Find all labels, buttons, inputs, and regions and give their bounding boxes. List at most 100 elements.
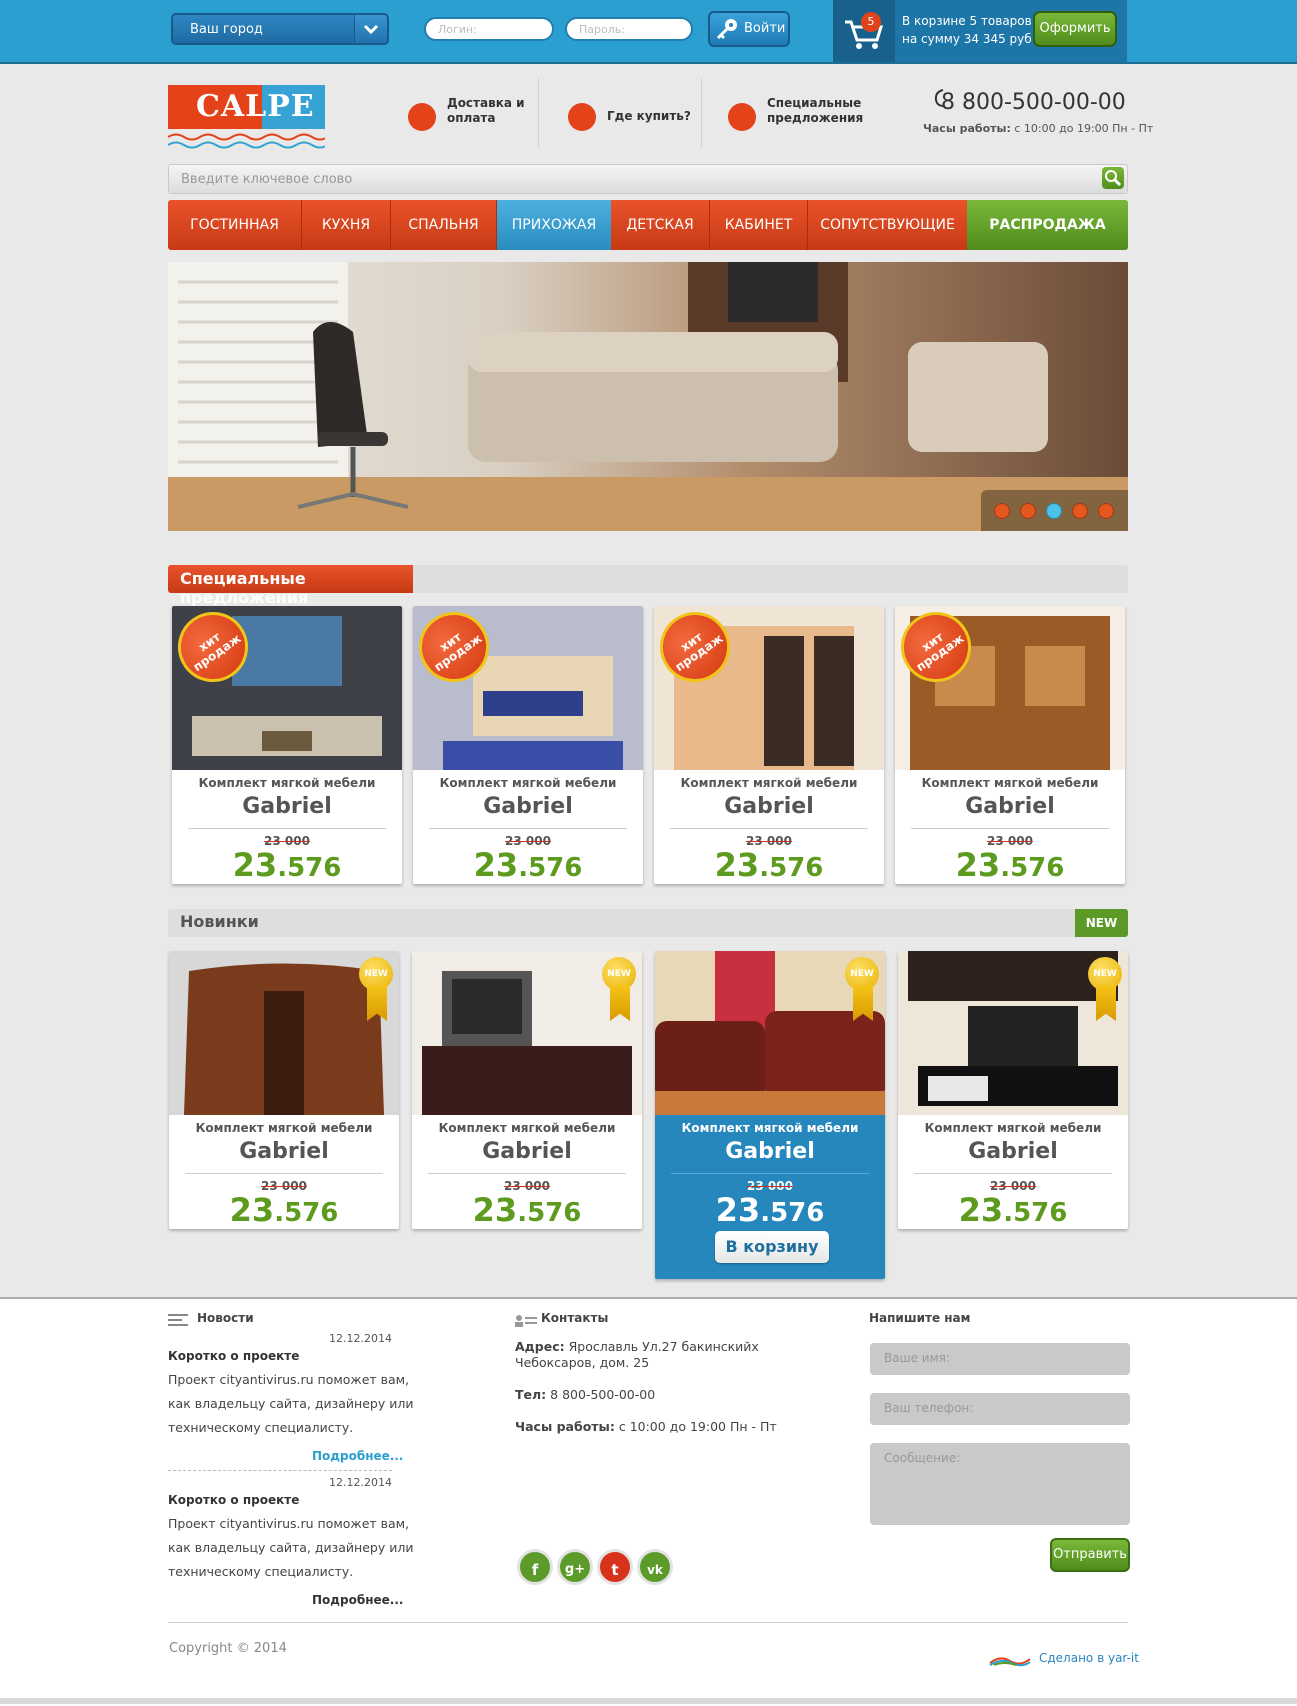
product-name[interactable]: Gabriel	[169, 1139, 399, 1164]
contact-address: Адрес: Ярославль Ул.27 бакинскийх Чебокс…	[515, 1339, 759, 1371]
product-card[interactable]: хит продаж Комплект мягкой мебели Gabrie…	[413, 606, 643, 884]
product-desc: Комплект мягкой мебели	[921, 776, 1099, 790]
contact-form-title: Напишите нам	[869, 1311, 971, 1325]
slider-dot[interactable]	[994, 503, 1010, 519]
slider-dot[interactable]	[1072, 503, 1088, 519]
slider-dot-active[interactable]	[1046, 503, 1062, 519]
product-price: 23.576	[898, 1191, 1128, 1229]
special-offers-title-tab: Специальные предложения	[168, 565, 413, 607]
news-item-title[interactable]: Коротко о проекте	[168, 1493, 299, 1507]
price-main: 23	[955, 846, 1001, 884]
news-text-line: как владельцу сайта, дизайнеру или	[168, 1396, 414, 1411]
checkout-button[interactable]: Оформить	[1033, 11, 1117, 47]
slider-dot[interactable]	[1098, 503, 1114, 519]
news-date: 12.12.2014	[329, 1476, 392, 1489]
product-name[interactable]: Gabriel	[413, 794, 643, 819]
cart-summary-text: В корзине 5 товаров на сумму 34 345 руб	[902, 12, 1032, 48]
made-by-link[interactable]: Сделано в yar-it	[1039, 1651, 1139, 1665]
price-main: 23	[232, 846, 278, 884]
price-fraction: .576	[1003, 1198, 1068, 1228]
news-divider	[168, 1470, 392, 1471]
product-name[interactable]: Gabriel	[895, 794, 1125, 819]
login-input[interactable]: Логин:	[424, 17, 554, 41]
search-placeholder: Введите ключевое слово	[181, 172, 353, 187]
cart-items-line: В корзине 5 товаров	[902, 14, 1032, 28]
city-select[interactable]: Ваш город	[171, 13, 389, 45]
message-textarea[interactable]: Сообщение:	[870, 1443, 1130, 1525]
product-desc: Комплект мягкой мебели	[198, 776, 376, 790]
nav-item-hallway[interactable]: ПРИХОЖАЯ	[497, 200, 611, 250]
price-fraction: .576	[277, 853, 342, 883]
product-name[interactable]: Gabriel	[412, 1139, 642, 1164]
product-name[interactable]: Gabriel	[172, 794, 402, 819]
copyright: Copyright © 2014	[169, 1641, 287, 1656]
product-card-highlighted[interactable]: NEW Комплект мягкой мебели Gabriel 23 00…	[655, 951, 885, 1279]
password-input[interactable]: Пароль:	[565, 17, 693, 41]
tel-value[interactable]: 8 800-500-00-00	[550, 1387, 655, 1402]
product-price: 23.576	[172, 846, 402, 884]
contacts-title: Контакты	[541, 1311, 609, 1325]
header-divider	[538, 78, 539, 148]
product-card[interactable]: NEW Комплект мягкой мебели Gabriel 23 00…	[898, 951, 1128, 1229]
news-text-line: Проект cityantivirus.ru поможет вам,	[168, 1372, 410, 1387]
product-desc: Комплект мягкой мебели	[195, 1121, 373, 1135]
search-input[interactable]: Введите ключевое слово	[168, 164, 1128, 194]
phone-input[interactable]: Ваш телефон:	[870, 1393, 1130, 1425]
product-price: 23.576	[412, 1191, 642, 1229]
product-desc: Комплект мягкой мебели	[438, 1121, 616, 1135]
send-button[interactable]: Отправить	[1050, 1538, 1130, 1572]
login-button[interactable]: Войти	[708, 11, 790, 47]
news-text-line: Проект cityantivirus.ru поможет вам,	[168, 1516, 410, 1531]
yar-it-logo-icon	[988, 1652, 1032, 1671]
login-button-label: Войти	[744, 21, 786, 36]
product-name[interactable]: Gabriel	[655, 1139, 885, 1164]
product-desc: Комплект мягкой мебели	[680, 776, 858, 790]
google-plus-icon[interactable]: g+	[557, 1549, 593, 1585]
product-card[interactable]: хит продаж Комплект мягкой мебели Gabrie…	[172, 606, 402, 884]
product-name[interactable]: Gabriel	[898, 1139, 1128, 1164]
slider-dot[interactable]	[1020, 503, 1036, 519]
vk-icon[interactable]: vk	[637, 1549, 673, 1585]
name-input[interactable]: Ваше имя:	[870, 1343, 1130, 1375]
hours-value: с 10:00 до 19:00 Пн - Пт	[1014, 122, 1154, 135]
nav-item-office[interactable]: КАБИНЕТ	[710, 200, 808, 250]
news-title: Новости	[197, 1311, 254, 1325]
news-item-title[interactable]: Коротко о проекте	[168, 1349, 299, 1363]
special-offers-link[interactable]: Специальные предложения	[767, 96, 867, 126]
product-card[interactable]: NEW Комплект мягкой мебели Gabriel 23 00…	[412, 951, 642, 1229]
product-divider	[188, 828, 386, 829]
twitter-icon[interactable]: t	[597, 1549, 633, 1585]
news-text-line: техническому специалисту.	[168, 1564, 354, 1579]
chevron-down-icon[interactable]	[354, 15, 387, 43]
nav-item-accessories[interactable]: СОПУТСТВУЮЩИЕ	[808, 200, 967, 250]
nav-item-kitchen[interactable]: КУХНЯ	[302, 200, 391, 250]
nav-item-living-room[interactable]: ГОСТИННАЯ	[168, 200, 302, 250]
cart-icon[interactable]	[833, 0, 895, 62]
product-card[interactable]: NEW Комплект мягкой мебели Gabriel 23 00…	[169, 951, 399, 1229]
price-main: 23	[472, 1191, 518, 1229]
header-phone[interactable]: 8 800-500-00-00	[941, 90, 1126, 115]
news-item-text: Проект cityantivirus.ru поможет вам, как…	[168, 1512, 413, 1584]
product-card[interactable]: хит продаж Комплект мягкой мебели Gabrie…	[895, 606, 1125, 884]
nav-item-kids[interactable]: ДЕТСКАЯ	[611, 200, 710, 250]
news-more-link[interactable]: Подробнее...	[312, 1593, 403, 1607]
bottom-strip	[0, 1698, 1297, 1704]
delivery-link[interactable]: Доставка и оплата	[447, 96, 537, 126]
facebook-icon[interactable]: f	[517, 1549, 553, 1585]
special-offers-title: Специальные предложения	[180, 569, 309, 607]
search-icon	[1105, 170, 1122, 187]
where-to-buy-link[interactable]: Где купить?	[607, 109, 691, 124]
site-logo[interactable]: CALPE	[168, 85, 325, 129]
product-card[interactable]: хит продаж Комплект мягкой мебели Gabrie…	[654, 606, 884, 884]
header-divider	[701, 78, 702, 148]
tel-label: Тел:	[515, 1387, 547, 1402]
search-button[interactable]	[1102, 167, 1124, 189]
product-name[interactable]: Gabriel	[654, 794, 884, 819]
add-to-cart-button[interactable]: В корзину	[715, 1231, 829, 1263]
product-divider	[185, 1173, 383, 1174]
address-label: Адрес:	[515, 1339, 565, 1354]
news-more-link[interactable]: Подробнее...	[312, 1449, 403, 1463]
nav-item-sale[interactable]: РАСПРОДАЖА	[967, 200, 1128, 250]
nav-item-bedroom[interactable]: СПАЛЬНЯ	[391, 200, 497, 250]
product-divider	[911, 828, 1109, 829]
